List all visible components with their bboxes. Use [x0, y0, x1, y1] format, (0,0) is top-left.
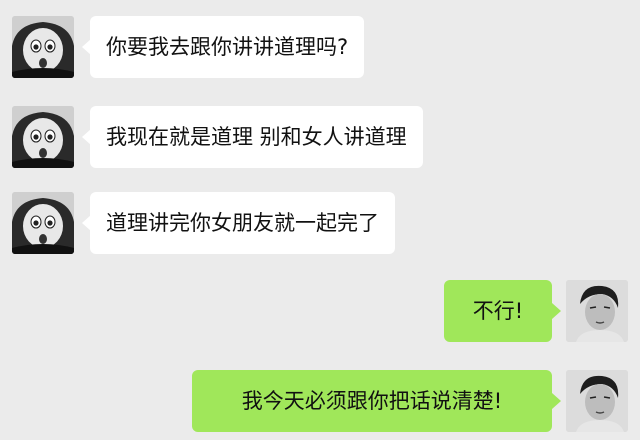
message-bubble[interactable]: 不行!	[444, 280, 552, 342]
message-bubble[interactable]: 你要我去跟你讲讲道理吗?	[90, 16, 365, 78]
message-row-incoming: 你要我去跟你讲讲道理吗?	[0, 16, 640, 78]
bubble-tail	[552, 393, 561, 409]
message-bubble[interactable]: 道理讲完你女朋友就一起完了	[90, 192, 395, 254]
message-row-incoming: 我现在就是道理 别和女人讲道理	[0, 106, 640, 168]
message-row-outgoing: 我今天必须跟你把话说清楚!	[0, 370, 640, 432]
man-avatar[interactable]	[566, 370, 628, 432]
message-bubble[interactable]: 我今天必须跟你把话说清楚!	[192, 370, 552, 432]
message-row-outgoing: 不行!	[0, 280, 640, 342]
man-avatar[interactable]	[566, 280, 628, 342]
chat-window: 你要我去跟你讲讲道理吗? 我现在就是道理 别和女人讲道理 道理讲完你女朋友就一起…	[0, 0, 640, 440]
child-avatar[interactable]	[12, 16, 74, 78]
message-row-incoming: 道理讲完你女朋友就一起完了	[0, 192, 640, 254]
child-avatar[interactable]	[12, 106, 74, 168]
message-bubble[interactable]: 我现在就是道理 别和女人讲道理	[90, 106, 423, 168]
child-avatar[interactable]	[12, 192, 74, 254]
bubble-tail	[552, 303, 561, 319]
